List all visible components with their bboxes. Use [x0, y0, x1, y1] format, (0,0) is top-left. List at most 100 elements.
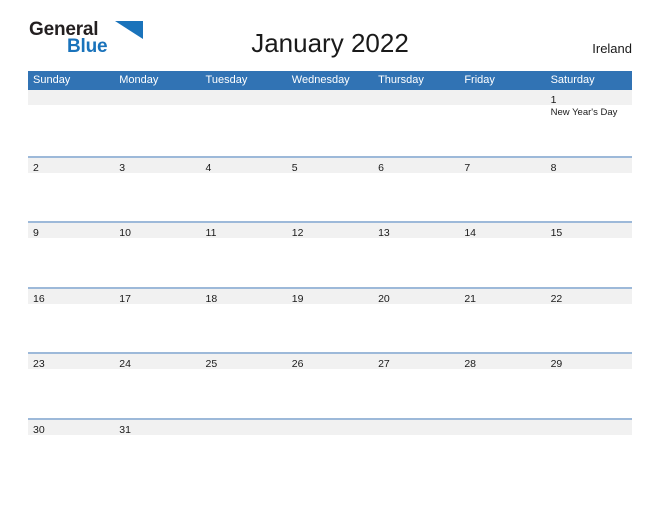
day-cell[interactable]: 2 [28, 158, 114, 174]
week-daynumber-band: 16 17 18 19 20 21 22 [28, 288, 632, 305]
day-cell[interactable]: 20 [373, 289, 459, 305]
weekday-header-monday: Monday [119, 74, 159, 86]
day-events[interactable] [373, 173, 459, 221]
day-cell[interactable] [201, 90, 287, 105]
day-events[interactable] [459, 369, 545, 417]
day-cell[interactable]: 30 [28, 420, 114, 436]
day-number: 20 [378, 292, 390, 305]
weekday-header-friday: Friday [464, 74, 495, 86]
day-events[interactable] [546, 369, 632, 417]
day-events[interactable] [287, 369, 373, 417]
day-events[interactable] [287, 238, 373, 286]
page-title: January 2022 [251, 28, 409, 58]
day-cell[interactable]: 5 [287, 158, 373, 174]
day-events[interactable] [201, 173, 287, 221]
day-number: 3 [119, 161, 126, 174]
week-events-band: New Year's Day [28, 105, 632, 153]
day-cell[interactable]: 28 [459, 354, 545, 370]
day-number: 29 [550, 358, 563, 370]
day-cell[interactable] [546, 420, 632, 435]
day-cell[interactable]: 21 [459, 289, 545, 305]
day-cell[interactable]: 31 [114, 420, 200, 436]
day-events[interactable] [546, 238, 632, 286]
day-events[interactable] [459, 238, 545, 286]
day-events[interactable] [459, 105, 545, 153]
day-cell[interactable]: 27 [373, 354, 459, 370]
day-cell[interactable] [373, 90, 459, 105]
day-cell[interactable] [28, 90, 114, 105]
day-cell[interactable]: 15 [546, 223, 632, 239]
day-cell[interactable]: 1 [546, 90, 632, 106]
day-number: 6 [378, 161, 384, 174]
day-cell[interactable]: 9 [28, 223, 114, 239]
day-cell[interactable] [201, 420, 287, 435]
day-events[interactable] [114, 173, 200, 221]
day-number: 28 [464, 358, 477, 370]
day-events[interactable] [459, 435, 545, 483]
day-events[interactable] [28, 304, 114, 352]
day-cell[interactable]: 8 [546, 158, 632, 174]
day-cell[interactable]: 4 [201, 158, 287, 174]
day-events[interactable] [287, 435, 373, 483]
day-cell[interactable] [459, 90, 545, 105]
day-cell[interactable]: 17 [114, 289, 200, 305]
day-events[interactable] [114, 304, 200, 352]
day-number: 30 [33, 423, 45, 436]
day-events[interactable] [373, 435, 459, 483]
day-cell[interactable]: 13 [373, 223, 459, 239]
day-cell[interactable]: 19 [287, 289, 373, 305]
day-events[interactable] [114, 369, 200, 417]
day-cell[interactable]: 7 [459, 158, 545, 174]
day-cell[interactable] [114, 90, 200, 105]
day-cell[interactable]: 29 [546, 354, 632, 370]
day-events[interactable] [28, 435, 114, 483]
day-cell[interactable] [287, 90, 373, 105]
day-cell[interactable]: 24 [114, 354, 200, 370]
day-cell[interactable]: 11 [201, 223, 287, 239]
week-daynumber-band: 9 10 11 12 13 14 15 [28, 223, 632, 239]
day-cell[interactable]: 18 [201, 289, 287, 305]
day-cell[interactable] [459, 420, 545, 435]
day-events[interactable] [287, 105, 373, 153]
day-cell[interactable] [287, 420, 373, 435]
day-events[interactable] [201, 238, 287, 286]
day-cell[interactable]: 16 [28, 289, 114, 305]
day-events[interactable] [373, 105, 459, 153]
day-cell[interactable]: 10 [114, 223, 200, 239]
day-number: 17 [119, 292, 131, 305]
day-cell[interactable]: 26 [287, 354, 373, 370]
day-events[interactable] [287, 304, 373, 352]
day-events[interactable] [114, 435, 200, 483]
weekday-header-sunday: Sunday [33, 74, 71, 86]
day-events[interactable] [546, 435, 632, 483]
day-events[interactable] [28, 238, 114, 286]
day-events[interactable] [201, 304, 287, 352]
day-cell[interactable]: 23 [28, 354, 114, 370]
day-cell[interactable]: 3 [114, 158, 200, 174]
day-cell[interactable]: 25 [201, 354, 287, 370]
day-cell[interactable]: 22 [546, 289, 632, 305]
day-events[interactable] [114, 105, 200, 153]
day-events[interactable] [373, 304, 459, 352]
day-events[interactable] [459, 304, 545, 352]
day-events[interactable] [373, 369, 459, 417]
day-events[interactable] [28, 369, 114, 417]
day-events[interactable] [28, 105, 114, 153]
day-cell[interactable]: 14 [459, 223, 545, 239]
day-cell[interactable] [373, 420, 459, 435]
day-cell[interactable]: 6 [373, 158, 459, 174]
day-events[interactable] [546, 304, 632, 352]
day-events[interactable] [287, 173, 373, 221]
day-events[interactable] [28, 173, 114, 221]
day-events[interactable] [201, 105, 287, 153]
day-events[interactable] [201, 369, 287, 417]
day-events[interactable] [114, 238, 200, 286]
day-events[interactable]: New Year's Day [546, 105, 632, 153]
day-events[interactable] [201, 435, 287, 483]
week-daynumber-band: 30 31 [28, 419, 632, 436]
day-events[interactable] [546, 173, 632, 221]
day-cell[interactable]: 12 [287, 223, 373, 239]
day-events[interactable] [459, 173, 545, 221]
day-events[interactable] [373, 238, 459, 286]
week-events-band [28, 172, 632, 221]
